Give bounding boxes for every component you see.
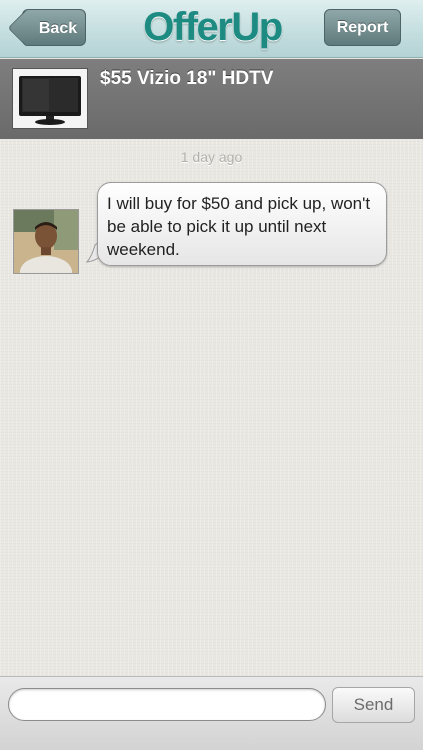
listing-header[interactable]: $55 Vizio 18" HDTV xyxy=(0,59,423,139)
message-timestamp: 1 day ago xyxy=(180,149,243,165)
back-button[interactable]: Back xyxy=(7,9,86,47)
message-composer: Send xyxy=(0,676,423,750)
send-button[interactable]: Send xyxy=(332,687,415,723)
listing-title: $55 Vizio 18" HDTV xyxy=(100,68,274,89)
user-avatar-icon[interactable] xyxy=(13,209,79,274)
message-input[interactable] xyxy=(8,688,326,721)
chat-area: 1 day ago I will buy for $50 and pick up… xyxy=(0,139,423,676)
top-nav-bar: Back OfferUp Report xyxy=(0,0,423,58)
message-bubble: I will buy for $50 and pick up, won't be… xyxy=(97,182,387,266)
report-button[interactable]: Report xyxy=(324,9,401,46)
offerup-logo: OfferUp xyxy=(143,5,283,49)
back-button-label: Back xyxy=(38,20,78,37)
tv-thumbnail-icon[interactable] xyxy=(12,68,88,129)
